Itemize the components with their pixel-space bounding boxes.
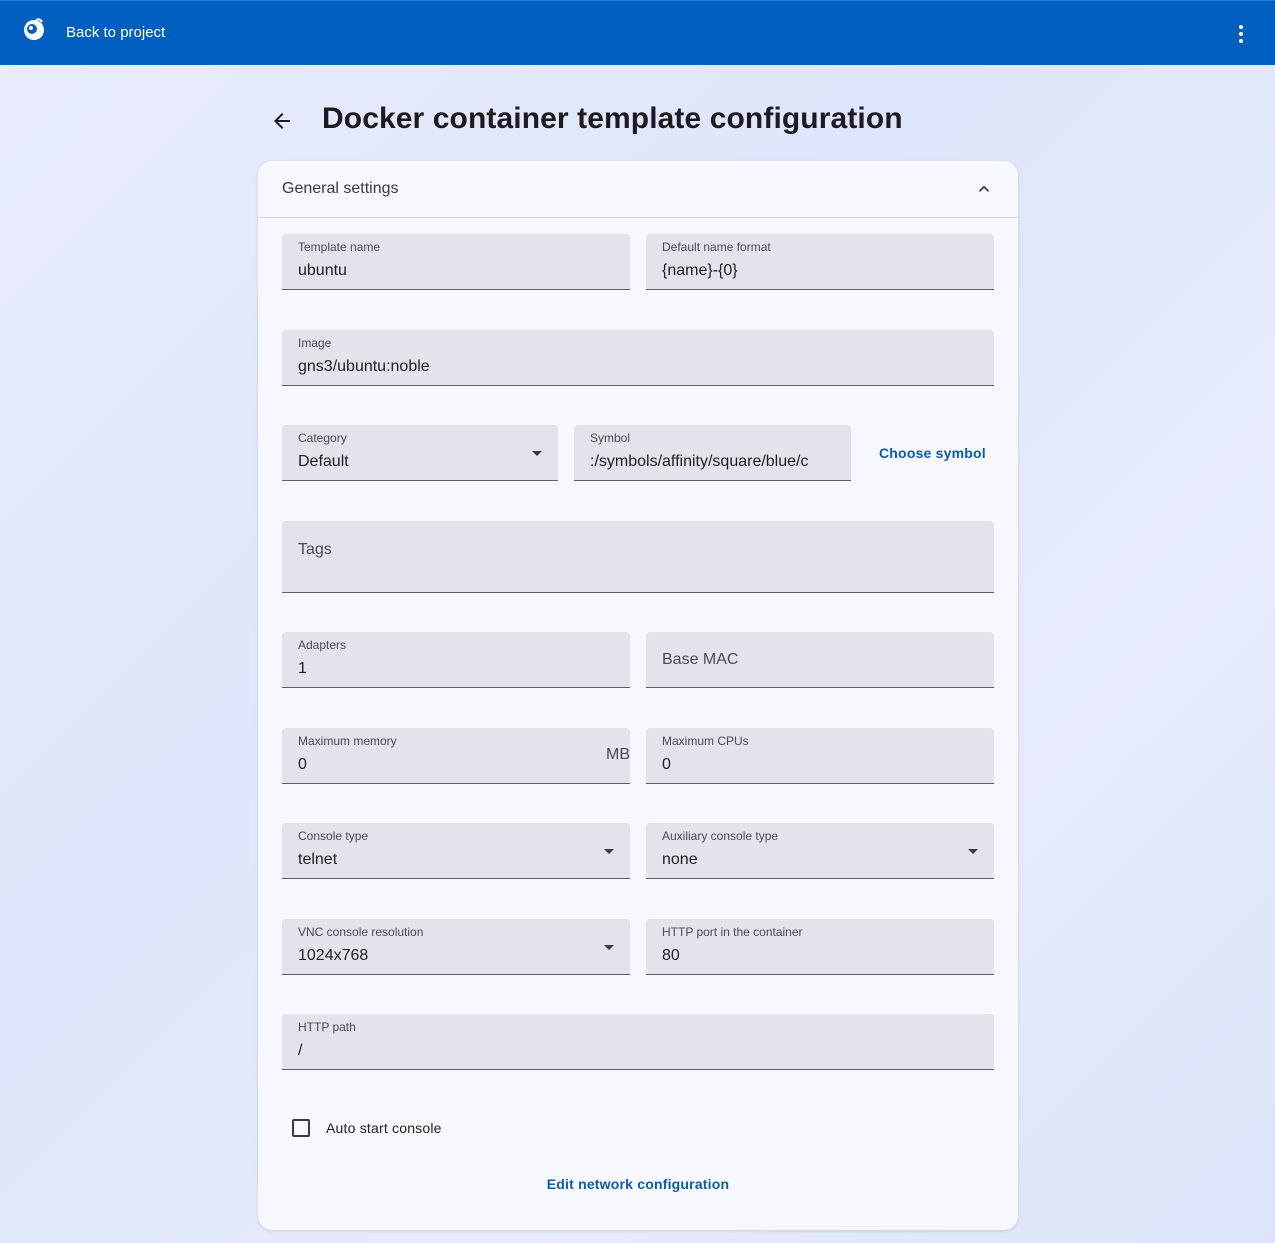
http-port-label: HTTP port in the container xyxy=(662,925,803,939)
image-field[interactable]: Image gns3/ubuntu:noble xyxy=(282,330,994,386)
http-path-label: HTTP path xyxy=(298,1020,356,1034)
max-cpus-field[interactable]: Maximum CPUs 0 xyxy=(646,728,994,784)
max-cpus-label: Maximum CPUs xyxy=(662,734,749,748)
aux-console-type-label: Auxiliary console type xyxy=(662,829,779,843)
default-name-format-label: Default name format xyxy=(662,240,771,254)
adapters-label: Adapters xyxy=(298,638,347,652)
arrow-left-icon[interactable] xyxy=(270,109,294,133)
default-name-format-value: {name}-{0} xyxy=(662,262,738,279)
tags-field[interactable]: Tags xyxy=(282,521,994,593)
memory-unit-suffix: MB xyxy=(606,746,630,763)
max-memory-field[interactable]: Maximum memory 0 MB xyxy=(282,728,630,784)
category-value: Default xyxy=(298,453,349,470)
default-name-format-field[interactable]: Default name format {name}-{0} xyxy=(646,234,994,290)
adapters-field[interactable]: Adapters 1 xyxy=(282,632,630,688)
more-menu-icon[interactable] xyxy=(1229,21,1253,47)
auto-start-console-row[interactable]: Auto start console xyxy=(292,1119,442,1137)
max-memory-value: 0 xyxy=(298,756,307,773)
choose-symbol-button[interactable]: Choose symbol xyxy=(879,445,986,461)
base-mac-placeholder: Base MAC xyxy=(662,651,739,668)
console-type-label: Console type xyxy=(298,829,369,843)
page-header: Docker container template configuration xyxy=(270,100,903,142)
edit-network-container: Edit network configuration xyxy=(258,1176,1018,1194)
general-settings-header[interactable]: General settings xyxy=(258,161,1018,218)
edit-network-configuration-button[interactable]: Edit network configuration xyxy=(547,1176,730,1192)
tags-placeholder: Tags xyxy=(298,541,332,558)
image-value: gns3/ubuntu:noble xyxy=(298,358,430,375)
aux-console-type-value: none xyxy=(662,851,698,868)
symbol-field[interactable]: Symbol :/symbols/affinity/square/blue/c xyxy=(574,425,851,481)
adapters-value: 1 xyxy=(298,660,307,677)
http-path-value: / xyxy=(298,1042,303,1059)
template-name-value: ubuntu xyxy=(298,262,347,279)
aux-console-type-select[interactable]: Auxiliary console type none xyxy=(646,823,994,879)
http-port-value: 80 xyxy=(662,947,680,964)
caret-down-icon xyxy=(604,849,614,854)
template-name-field[interactable]: Template name ubuntu xyxy=(282,234,630,290)
http-port-field[interactable]: HTTP port in the container 80 xyxy=(646,919,994,975)
max-memory-label: Maximum memory xyxy=(298,734,397,748)
vnc-resolution-value: 1024x768 xyxy=(298,947,369,964)
auto-start-console-label: Auto start console xyxy=(326,1120,442,1136)
section-title: General settings xyxy=(282,180,399,197)
caret-down-icon xyxy=(968,849,978,854)
top-app-bar: Back to project xyxy=(0,0,1275,65)
vnc-resolution-label: VNC console resolution xyxy=(298,925,424,939)
image-label: Image xyxy=(298,336,332,350)
category-select[interactable]: Category Default xyxy=(282,425,558,481)
base-mac-field[interactable]: Base MAC xyxy=(646,632,994,688)
caret-down-icon xyxy=(604,945,614,950)
console-type-select[interactable]: Console type telnet xyxy=(282,823,630,879)
vnc-resolution-select[interactable]: VNC console resolution 1024x768 xyxy=(282,919,630,975)
symbol-value: :/symbols/affinity/square/blue/c xyxy=(590,453,809,470)
console-type-value: telnet xyxy=(298,851,338,868)
page-title: Docker container template configuration xyxy=(322,102,903,135)
caret-down-icon xyxy=(532,451,542,456)
chevron-up-icon[interactable] xyxy=(974,179,994,199)
symbol-label: Symbol xyxy=(590,431,631,445)
http-path-field[interactable]: HTTP path / xyxy=(282,1014,994,1070)
auto-start-console-checkbox[interactable] xyxy=(292,1119,310,1137)
category-label: Category xyxy=(298,431,347,445)
gns3-logo-icon[interactable] xyxy=(22,17,46,43)
max-cpus-value: 0 xyxy=(662,756,671,773)
template-name-label: Template name xyxy=(298,240,381,254)
general-settings-panel: General settings Template name ubuntu De… xyxy=(258,161,1018,1230)
back-to-project-link[interactable]: Back to project xyxy=(66,24,165,41)
